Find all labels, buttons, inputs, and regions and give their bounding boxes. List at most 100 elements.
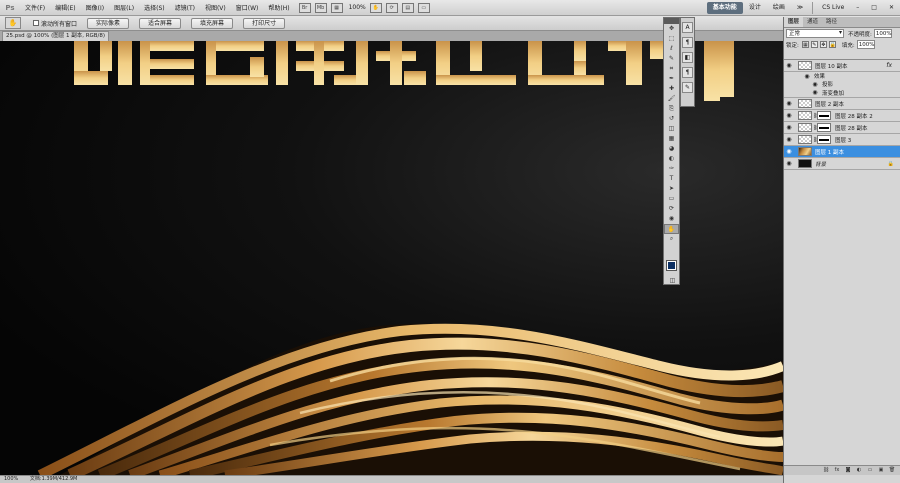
marquee-tool-icon[interactable]: ⬚	[664, 34, 679, 44]
hand-view-icon[interactable]: ✋	[369, 2, 382, 13]
document-tab[interactable]: 25.psd @ 100% (图层 1 副本, RGB/8)	[2, 31, 110, 41]
visibility-eye-icon[interactable]: ◉	[802, 73, 812, 80]
visibility-eye-icon[interactable]: ◉	[784, 112, 794, 119]
lock-transparency-icon[interactable]: ▦	[801, 41, 809, 48]
add-mask-icon[interactable]: ◙	[844, 467, 852, 474]
foreground-color-swatch[interactable]	[666, 260, 677, 271]
status-zoom[interactable]: 100%	[4, 476, 18, 482]
fit-screen-button[interactable]: 适合屏幕	[139, 17, 182, 29]
quick-select-tool-icon[interactable]: ✎	[664, 54, 679, 64]
zoom-level-select[interactable]: 100%	[349, 4, 366, 11]
lock-image-icon[interactable]: ✎	[810, 41, 818, 48]
rotate-view-icon[interactable]: ⟳	[385, 2, 398, 13]
fill-field[interactable]: 100%	[856, 40, 875, 49]
crop-tool-icon[interactable]: ⌗	[664, 64, 679, 74]
tool-preset-hand-icon[interactable]: ✋	[5, 17, 21, 29]
zoom-tool-icon[interactable]: ⌕	[664, 234, 679, 244]
history-brush-tool-icon[interactable]: ↺	[664, 114, 679, 124]
blur-tool-icon[interactable]: ◕	[664, 144, 679, 154]
layer-row[interactable]: ◉ ⛓ 图层 28 副本 2	[784, 110, 900, 122]
layer-row[interactable]: ◉ 图层 2 副本	[784, 98, 900, 110]
character-panel-icon[interactable]: A	[682, 22, 693, 33]
hand-tool-icon[interactable]: ✋	[664, 224, 679, 234]
pen-tool-icon[interactable]: ✑	[664, 164, 679, 174]
layer-row-selected[interactable]: ◉ 图层 1 副本	[784, 146, 900, 158]
character-style-icon[interactable]: ¶	[682, 67, 693, 78]
shape-tool-icon[interactable]: ▭	[664, 194, 679, 204]
adjustment-layer-icon[interactable]: ◐	[855, 467, 863, 474]
path-select-tool-icon[interactable]: ➤	[664, 184, 679, 194]
workspace-design-button[interactable]: 设计	[743, 2, 767, 14]
lock-position-icon[interactable]: ✥	[819, 41, 827, 48]
menu-layer[interactable]: 图层(L)	[109, 3, 139, 12]
layer-row[interactable]: ◉ ⛓ 图层 3	[784, 134, 900, 146]
effects-row[interactable]: ◉ 效果	[784, 72, 900, 81]
dodge-tool-icon[interactable]: ◐	[664, 154, 679, 164]
tab-layers[interactable]: 图层	[784, 17, 804, 27]
workspace-basic-button[interactable]: 基本功能	[706, 2, 743, 14]
menu-image[interactable]: 图像(I)	[81, 3, 109, 12]
effect-row[interactable]: ◉ 投影	[784, 80, 900, 89]
checkbox-box[interactable]	[33, 20, 39, 26]
tab-channels[interactable]: 通道	[803, 17, 822, 27]
opacity-field[interactable]: 100%	[873, 29, 892, 38]
blend-mode-select[interactable]: 正常	[786, 29, 844, 38]
brush-tool-icon[interactable]: 🖌	[664, 94, 679, 104]
cs-live-button[interactable]: CS Live	[816, 2, 850, 14]
lock-all-icon[interactable]: 🔒	[828, 41, 836, 48]
menu-help[interactable]: 帮助(H)	[263, 3, 294, 12]
layer-mask-thumbnail[interactable]	[817, 135, 831, 144]
lasso-tool-icon[interactable]: ℓ	[664, 44, 679, 54]
quick-mask-icon[interactable]: ◫	[665, 276, 680, 286]
visibility-eye-icon[interactable]: ◉	[784, 62, 794, 69]
minimize-icon[interactable]: –	[850, 2, 865, 14]
scroll-all-windows-checkbox[interactable]: 滚动所有窗口	[33, 19, 77, 28]
guides-icon[interactable]: ▦	[330, 2, 343, 13]
menu-filter[interactable]: 滤镜(T)	[170, 3, 200, 12]
visibility-eye-icon[interactable]: ◉	[784, 148, 794, 155]
maximize-icon[interactable]: □	[865, 2, 883, 14]
healing-tool-icon[interactable]: ✚	[664, 84, 679, 94]
visibility-eye-icon[interactable]: ◉	[810, 89, 820, 96]
layer-row[interactable]: ◉ 图层 10 副本 fx	[784, 60, 900, 72]
clone-stamp-tool-icon[interactable]: ⎘	[664, 104, 679, 114]
visibility-eye-icon[interactable]: ◉	[784, 160, 794, 167]
menu-edit[interactable]: 编辑(E)	[50, 3, 80, 12]
new-layer-icon[interactable]: ▣	[877, 467, 885, 474]
move-tool-icon[interactable]: ✥	[664, 24, 679, 34]
new-group-icon[interactable]: ▭	[866, 467, 874, 474]
menu-window[interactable]: 窗口(W)	[231, 3, 264, 12]
effect-row[interactable]: ◉ 渐变叠加	[784, 88, 900, 98]
layer-mask-thumbnail[interactable]	[817, 111, 831, 120]
layer-row-background[interactable]: ◉ 背景 🔒	[784, 158, 900, 170]
visibility-eye-icon[interactable]: ◉	[784, 136, 794, 143]
layer-row[interactable]: ◉ ⛓ 图层 28 副本	[784, 122, 900, 134]
print-size-button[interactable]: 打印尺寸	[243, 17, 286, 29]
3d-camera-tool-icon[interactable]: ◉	[664, 214, 679, 224]
fill-screen-button[interactable]: 填充屏幕	[191, 17, 234, 29]
eraser-tool-icon[interactable]: ◫	[664, 124, 679, 134]
type-tool-icon[interactable]: T	[664, 174, 679, 184]
arrange-documents-icon[interactable]: ▤	[401, 2, 414, 13]
menu-select[interactable]: 选择(S)	[139, 3, 170, 12]
brush-panel-icon[interactable]: ✎	[682, 82, 693, 93]
close-icon[interactable]: ✕	[883, 2, 900, 14]
link-layers-icon[interactable]: ⛓	[822, 467, 830, 474]
screen-mode-icon[interactable]: ▭	[417, 2, 430, 13]
delete-layer-icon[interactable]: 🗑	[888, 467, 896, 474]
bridge-icon[interactable]: Br	[298, 2, 311, 13]
actual-pixels-button[interactable]: 实际像素	[87, 17, 130, 29]
gradient-tool-icon[interactable]: ▦	[664, 134, 679, 144]
minibridge-icon[interactable]: Mb	[314, 2, 327, 13]
3d-rotate-tool-icon[interactable]: ⟳	[664, 204, 679, 214]
add-style-icon[interactable]: fx	[833, 467, 841, 474]
workspace-paint-button[interactable]: 绘画	[767, 2, 791, 14]
workspace-more-button[interactable]: ≫	[791, 2, 809, 14]
fx-icon[interactable]: fx	[886, 62, 892, 69]
layer-mask-thumbnail[interactable]	[817, 123, 831, 132]
menu-file[interactable]: 文件(F)	[20, 3, 50, 12]
eyedropper-tool-icon[interactable]: ✒	[664, 74, 679, 84]
paragraph-panel-icon[interactable]: ¶	[682, 37, 693, 48]
visibility-eye-icon[interactable]: ◉	[810, 81, 820, 88]
adjustments-panel-icon[interactable]: ◧	[682, 52, 693, 63]
